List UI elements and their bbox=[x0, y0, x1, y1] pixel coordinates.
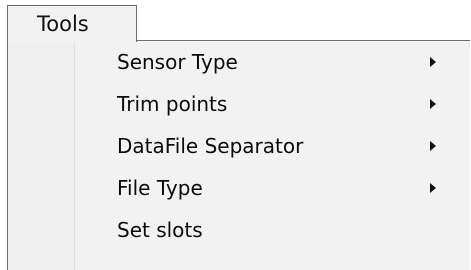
menu-item-label: DataFile Separator bbox=[117, 134, 304, 158]
menu-item-sensor-type[interactable]: Sensor Type bbox=[8, 41, 470, 84]
submenu-arrow-icon bbox=[430, 141, 436, 151]
menu-item-set-slots[interactable]: Set slots bbox=[8, 209, 470, 252]
menu-item-label: Sensor Type bbox=[117, 50, 238, 74]
menu-item-label: Set slots bbox=[117, 218, 203, 242]
tools-dropdown-menu: Sensor Type Trim points DataFile Separat… bbox=[7, 40, 470, 270]
menu-item-trim-points[interactable]: Trim points bbox=[8, 83, 470, 126]
menu-item-file-type[interactable]: File Type bbox=[8, 167, 470, 210]
submenu-arrow-icon bbox=[430, 57, 436, 67]
menu-tools-label: Tools bbox=[37, 12, 89, 36]
submenu-arrow-icon bbox=[430, 183, 436, 193]
menu-tools[interactable]: Tools bbox=[7, 5, 137, 42]
menu-item-label: File Type bbox=[117, 176, 203, 200]
menu-item-datafile-separator[interactable]: DataFile Separator bbox=[8, 125, 470, 168]
submenu-arrow-icon bbox=[430, 99, 436, 109]
menu-item-label: Trim points bbox=[117, 92, 228, 116]
